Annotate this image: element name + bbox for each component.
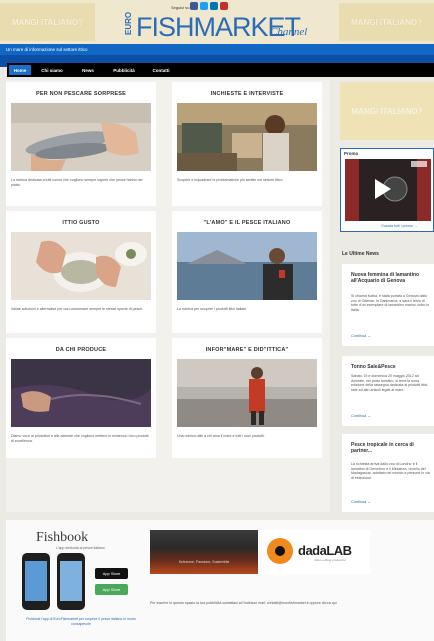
card-ittio-gusto[interactable]: ITTIO GUSTO Valide soluzioni e alternati… [6, 211, 156, 333]
nav-home[interactable]: Home [9, 65, 31, 75]
fishbook-subtitle: L'app dedicata al pesce italiano [56, 546, 105, 550]
card-caption: Scoprire e inquadrare le problematiche p… [177, 178, 284, 182]
card-title[interactable]: ITTIO GUSTO [6, 220, 156, 226]
partner-banner-text: Selezione, Passione, Sostenibile [178, 560, 230, 564]
phone-mockup [22, 553, 50, 610]
card-caption: La rubrica per scoprire i prodotti ittic… [177, 307, 248, 311]
site-header: MANGI ITALIANO? Seguici su EURO FISHMARK… [0, 0, 434, 44]
phone-mockup [57, 553, 85, 610]
card-image[interactable] [177, 232, 317, 300]
promo-all-link[interactable]: Guarda tutti i promo → [381, 224, 417, 228]
app-store-badge-2[interactable]: App Store [95, 584, 128, 595]
main-nav [7, 63, 434, 77]
nav-news[interactable]: News [75, 65, 101, 75]
card-title[interactable]: INFOR"MARE" E DID"ITTICA" [172, 347, 322, 353]
news-body: Si chiama Kaiba, è stata portata a Genov… [351, 294, 430, 312]
partner-banner[interactable]: Selezione, Passione, Sostenibile [150, 530, 258, 574]
news-continue-link[interactable]: Continua → [351, 334, 371, 338]
card-caption: Diamo voce ai produttori e alle aziende … [11, 434, 149, 443]
news-item[interactable]: Nuova femmina di lamantino all'Acquario … [342, 264, 434, 346]
card-da-chi-produce[interactable]: DA CHI PRODUCE Diamo voce ai produttori … [6, 338, 156, 458]
card-image[interactable] [177, 359, 317, 427]
card-image[interactable] [11, 359, 151, 427]
card-informare[interactable]: INFOR"MARE" E DID"ITTICA" Una rubrica ut… [172, 338, 322, 458]
news-continue-link[interactable]: Continua → [351, 500, 371, 504]
card-caption: Una rubrica utile a chi ama il mare e tu… [177, 434, 265, 438]
card-image[interactable] [11, 232, 151, 300]
promo-video[interactable] [345, 159, 431, 221]
news-item[interactable]: Pesce tropicale in cerca di partner... L… [342, 434, 434, 512]
card-lamo[interactable]: "L'AMO" E IL PESCE ITALIANO La rubrica p… [172, 211, 322, 333]
site-logo[interactable]: Seguici su EURO FISHMARKET Channel [118, 2, 318, 42]
dadalab-subtitle: Video editing production [314, 558, 347, 562]
linkedin-icon[interactable] [210, 2, 218, 10]
nav-chi-siamo[interactable]: Chi siamo [35, 65, 69, 75]
promo-label: Promo [344, 151, 359, 156]
nav-contatti[interactable]: Contatti [146, 65, 176, 75]
twitter-icon[interactable] [200, 2, 208, 10]
news-title[interactable]: Nuova femmina di lamantino all'Acquario … [351, 272, 431, 284]
fishbook-caption[interactable]: Fishbook l'app di EuroFishmarket per sco… [16, 617, 146, 626]
dadalab-banner[interactable]: dadaLAB Video editing production [262, 530, 370, 574]
card-title[interactable]: "L'AMO" E IL PESCE ITALIANO [172, 220, 322, 226]
footer-ad-note: Per inserire in questo spazio la tua pub… [150, 601, 337, 605]
card-image[interactable] [11, 103, 151, 171]
card-title[interactable]: INCHIESTE E INTERVISTE [172, 91, 322, 97]
card-title[interactable]: DA CHI PRODUCE [6, 347, 156, 353]
app-store-badge[interactable]: App Store [95, 568, 128, 579]
nav-pubblicita[interactable]: Pubblicità [106, 65, 142, 75]
header-ad-left[interactable]: MANGI ITALIANO? [0, 3, 95, 41]
logo-euro-text: EURO [124, 11, 133, 35]
dadalab-name: dadaLAB [298, 543, 352, 558]
card-image[interactable] [177, 103, 317, 171]
promo-box: Promo Guarda tutti i promo → [340, 148, 434, 232]
site-tagline: Un mare di informazione sul settore itti… [0, 44, 434, 55]
card-caption: Valide soluzioni e alternative per non c… [11, 307, 144, 311]
card-caption: La rubrica dedicata a tutti coloro che v… [11, 178, 143, 187]
card-title[interactable]: PER NON PESCARE SORPRESE [6, 91, 156, 97]
news-title[interactable]: Pesce tropicale in cerca di partner... [351, 442, 431, 454]
news-continue-link[interactable]: Continua → [351, 414, 371, 418]
dadalab-logo-icon [267, 538, 293, 564]
latest-news-heading: Le Ultime News [342, 251, 379, 257]
news-title[interactable]: Tonno Sale&Pesce [351, 364, 431, 370]
facebook-icon[interactable] [190, 2, 198, 10]
youtube-icon[interactable] [220, 2, 228, 10]
card-per-non-pescare[interactable]: PER NON PESCARE SORPRESE La rubrica dedi… [6, 82, 156, 206]
follow-us-label: Seguici su [171, 5, 190, 10]
fishbook-logo[interactable]: Fishbook [36, 530, 88, 546]
logo-channel-text: Channel [270, 26, 308, 38]
news-body: La richiesta arriva dallo zoo di Londra:… [351, 462, 430, 480]
news-item[interactable]: Tonno Sale&Pesce Sabato 19 e domenica 20… [342, 356, 434, 426]
sidebar-ad[interactable]: MANGI ITALIANO? [340, 82, 434, 140]
news-body: Sabato 19 e domenica 20 maggio 2012 ad A… [351, 374, 429, 392]
header-ad-right[interactable]: MANGI ITALIANO? [339, 3, 434, 41]
card-inchieste[interactable]: INCHIESTE E INTERVISTE Scoprire e inquad… [172, 82, 322, 206]
